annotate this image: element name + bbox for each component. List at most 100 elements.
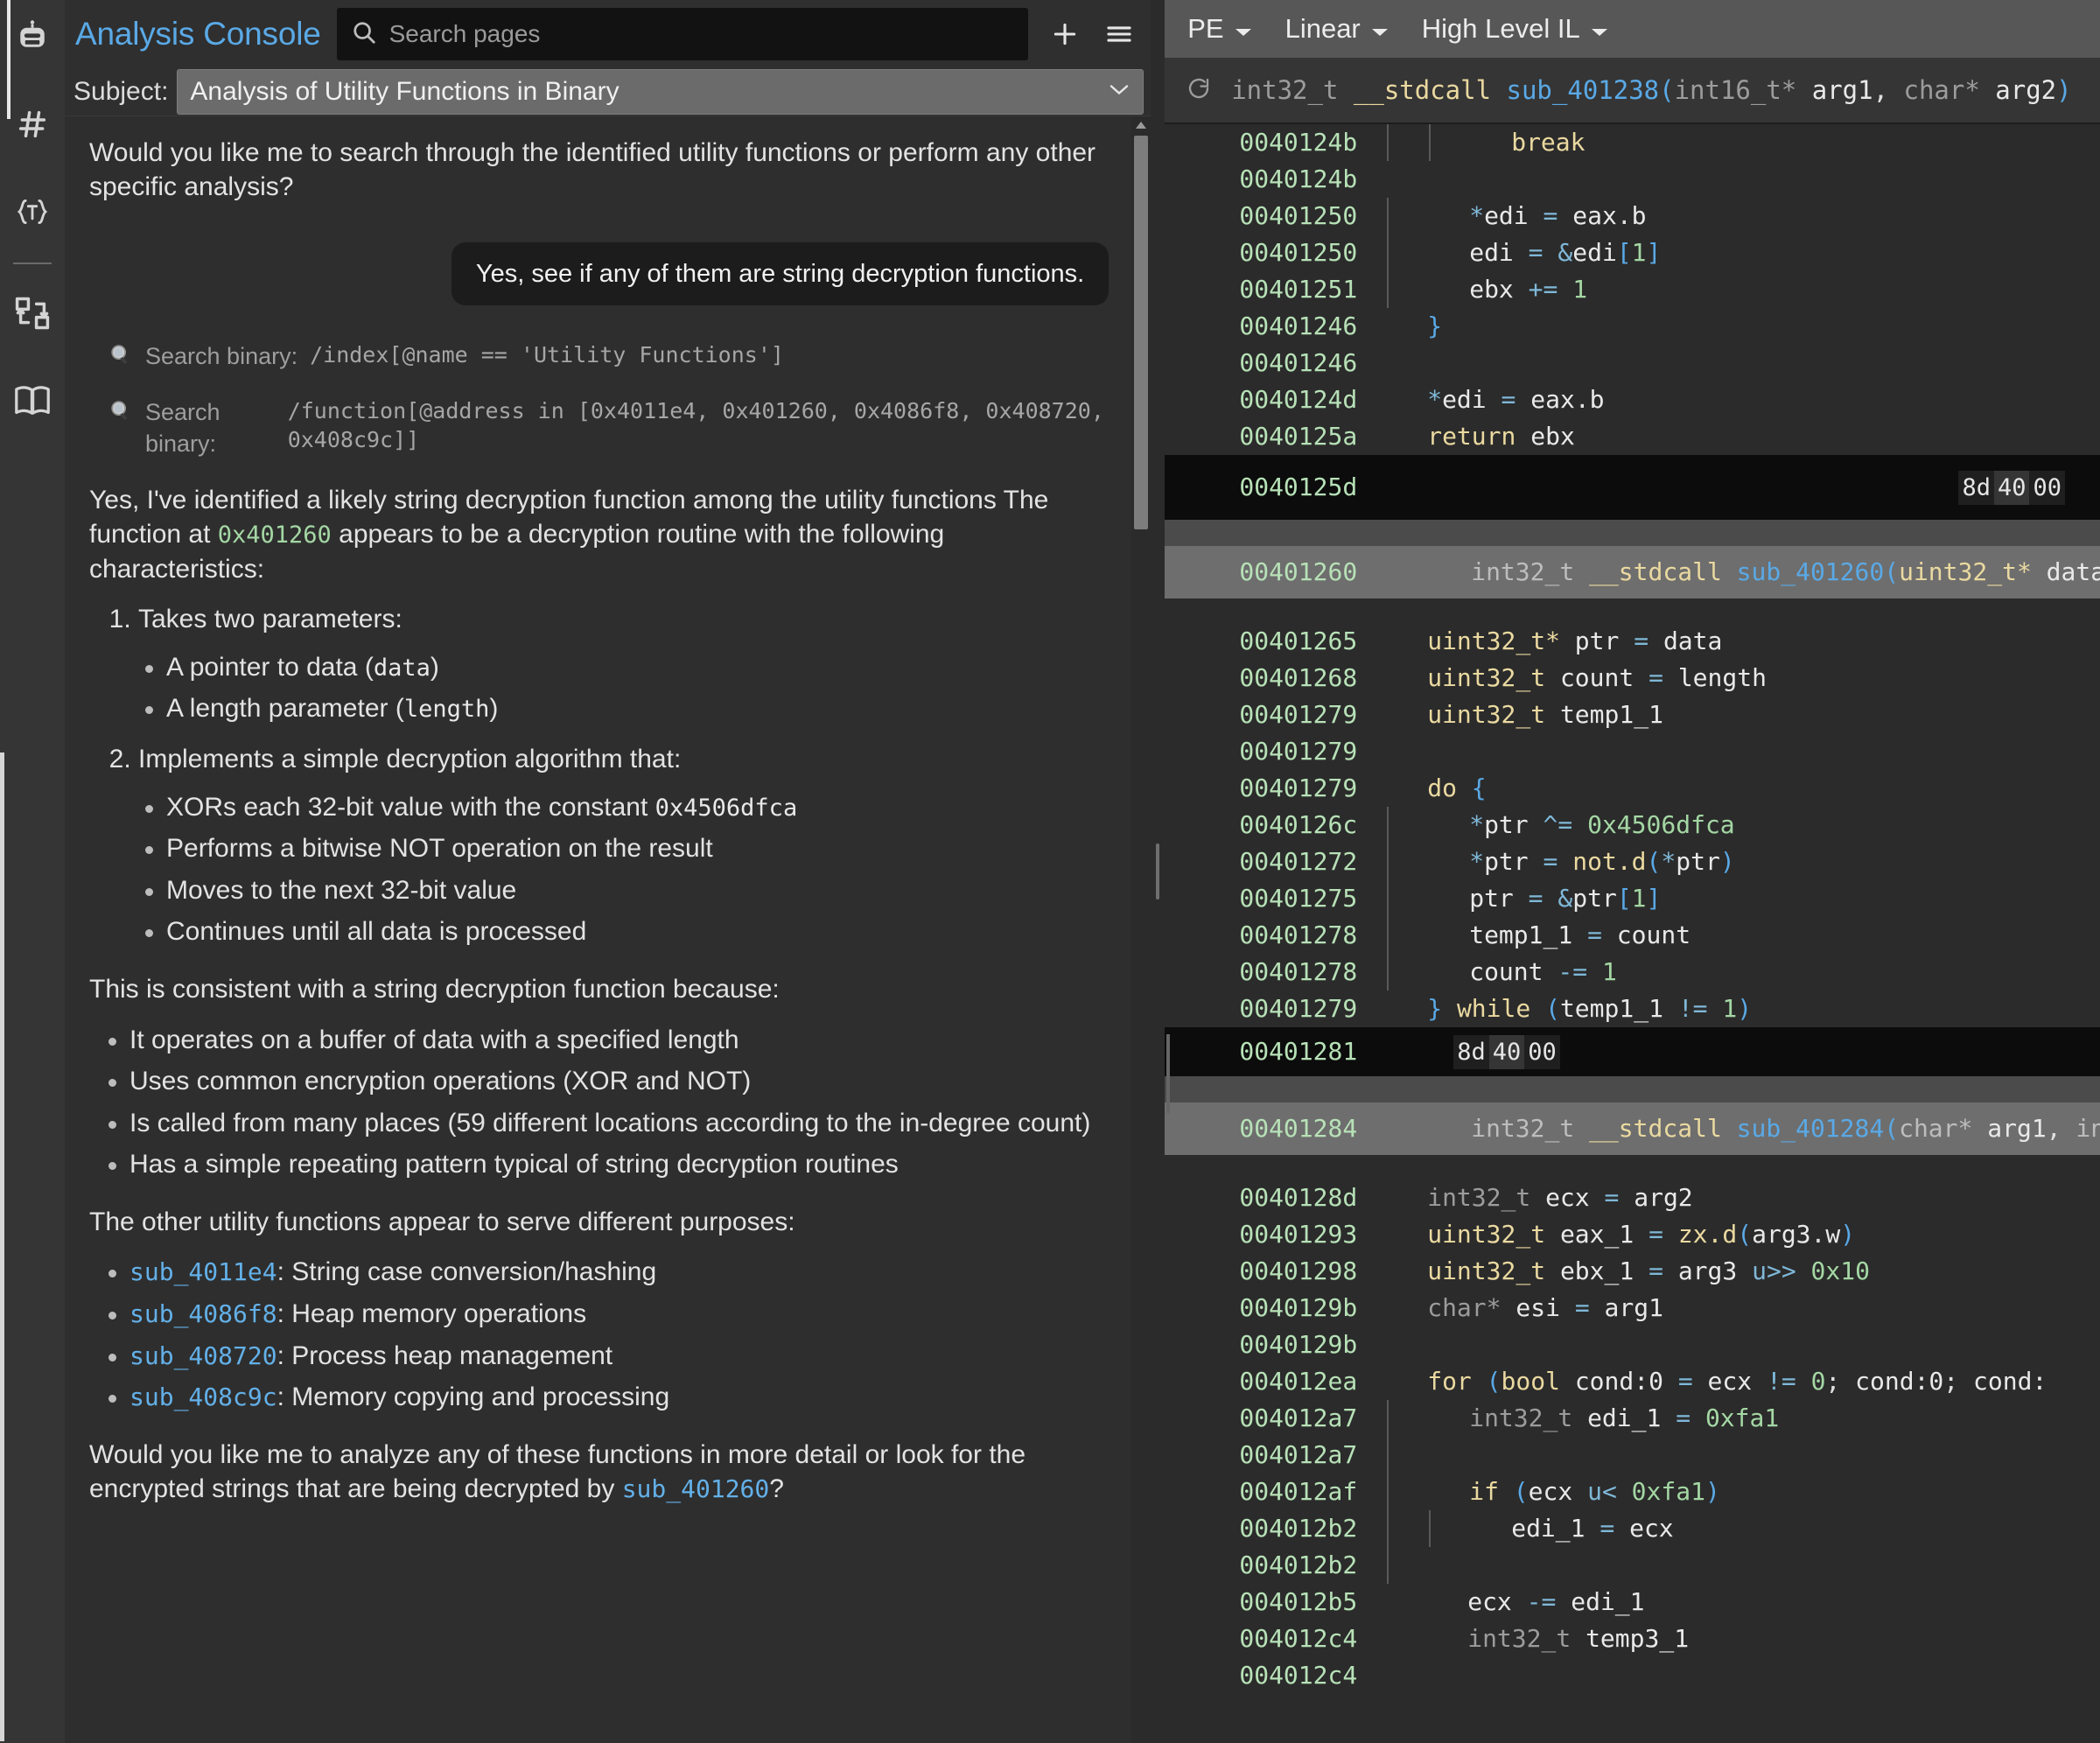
transform-icon[interactable]	[8, 289, 57, 338]
fn-sig-token[interactable]: sub_401284	[1737, 1114, 1885, 1143]
add-page-button[interactable]	[1047, 17, 1082, 52]
code-line[interactable]: 00401279	[1165, 733, 2100, 770]
view-mode-dropdown[interactable]: Linear	[1285, 13, 1389, 45]
panel-splitter[interactable]	[1151, 0, 1166, 1743]
code-line[interactable]: 0040124d *edi = eax.b	[1165, 382, 2100, 418]
code-line[interactable]: 0040125a return ebx	[1165, 418, 2100, 455]
subject-field[interactable]: Analysis of Utility Functions in Binary	[177, 69, 1144, 115]
refresh-icon[interactable]	[1186, 75, 1212, 106]
code-line[interactable]: 0040126c *ptr ^= 0x4506dfca	[1165, 807, 2100, 844]
code-token: uint32_t	[1427, 1220, 1560, 1249]
byte-separator-row[interactable]: 0040125d 8d 40 00	[1165, 455, 2100, 520]
code-line[interactable]: 00401279 do {	[1165, 770, 2100, 807]
code-line[interactable]: 00401279 uint32_t temp1_1	[1165, 696, 2100, 733]
view-type-dropdown[interactable]: PE	[1187, 13, 1251, 45]
scroll-up-arrow-icon[interactable]	[1131, 116, 1151, 134]
code-token: count	[1559, 663, 1649, 692]
code-text: *ptr = not.d(*ptr)	[1366, 844, 2100, 880]
code-line[interactable]: 0040128d int32_t ecx = arg2	[1165, 1180, 2100, 1216]
code-line[interactable]: 00401250 *edi = eax.b	[1165, 198, 2100, 234]
code-token: edi	[1572, 238, 1617, 267]
code-line[interactable]: 00401272 *ptr = not.d(*ptr)	[1165, 844, 2100, 880]
code-line[interactable]: 00401265 uint32_t* ptr = data	[1165, 623, 2100, 660]
code-line[interactable]: 00401279} while (temp1_1 != 1)	[1165, 990, 2100, 1027]
function-link-closing[interactable]: sub_401260	[622, 1474, 770, 1503]
byte-value: 00	[2029, 470, 2065, 505]
code-line[interactable]: 0040129b char* esi = arg1	[1165, 1290, 2100, 1326]
code-token: for	[1427, 1367, 1487, 1396]
code-text: char* esi = arg1	[1366, 1290, 2100, 1326]
fn-sig-token[interactable]: sub_401260	[1737, 557, 1885, 586]
code-line[interactable]: 004012a7	[1165, 1437, 2100, 1474]
book-icon[interactable]	[8, 376, 57, 425]
code-line[interactable]: 004012b5 ecx -= edi_1	[1165, 1584, 2100, 1620]
chevron-down-icon[interactable]	[1110, 84, 1129, 101]
code-line[interactable]: 0040124b	[1165, 161, 2100, 198]
code-line[interactable]: 0040129b	[1165, 1326, 2100, 1363]
code-token: =	[1648, 1220, 1678, 1249]
splitter-grip[interactable]	[1156, 844, 1160, 900]
il-level-dropdown[interactable]: High Level IL	[1422, 13, 1608, 45]
code-line[interactable]: 004012ea for (bool cond:0 = ecx != 0; con…	[1165, 1363, 2100, 1400]
bytes-group: 8d 40 00	[1958, 470, 2065, 505]
code-token: 0xfa1	[1631, 1477, 1705, 1506]
code-text: uint32_t count = length	[1366, 660, 2100, 696]
code-line[interactable]: 00401293 uint32_t eax_1 = zx.d(arg3.w)	[1165, 1216, 2100, 1253]
function-link[interactable]: sub_4011e4	[130, 1257, 277, 1286]
code-token: ]	[1646, 884, 1662, 913]
code-line[interactable]: 00401275 ptr = &ptr[1]	[1165, 880, 2100, 917]
code-line[interactable]: 004012c4 int32_t temp3_1	[1165, 1620, 2100, 1657]
code-line[interactable]: 00401298 uint32_t ebx_1 = arg3 u>> 0x10	[1165, 1253, 2100, 1290]
tool-call-search-index[interactable]: Search binary: /index[@name == 'Utility …	[108, 340, 1109, 374]
tool-call-query-1: /function[@address in [0x4011e4, 0x40126…	[287, 397, 1104, 453]
code-line[interactable]: 004012af if (ecx u< 0xfa1)	[1165, 1474, 2100, 1510]
code-line[interactable]: 004012c4	[1165, 1657, 2100, 1694]
search-input[interactable]	[388, 20, 1015, 48]
chat-scrollbar[interactable]	[1131, 116, 1152, 1743]
code-text: }	[1366, 308, 2100, 345]
function-link[interactable]: sub_408c9c	[130, 1382, 277, 1411]
code-token: uint32_t	[1427, 663, 1560, 692]
tool-call-search-function[interactable]: Search binary: /function[@address in [0x…	[108, 396, 1109, 460]
code-token: do	[1427, 774, 1472, 802]
code-line[interactable]: 00401251 ebx += 1	[1165, 271, 2100, 308]
code-text	[1366, 1437, 2100, 1474]
function-link[interactable]: sub_4086f8	[130, 1299, 277, 1328]
disassembly-listing[interactable]: 0040124b break 0040124b 00401250 *edi = eax.…	[1165, 124, 2100, 1743]
function-link[interactable]: sub_408720	[130, 1341, 277, 1370]
code-token: not.d	[1572, 847, 1647, 876]
code-line[interactable]: 00401250 edi = &edi[1]	[1165, 234, 2100, 271]
disassembly-drag-grip[interactable]	[1166, 1034, 1171, 1113]
code-line[interactable]: 00401246}	[1165, 308, 2100, 345]
hamburger-menu-icon[interactable]	[1102, 17, 1137, 52]
byte-separator-row[interactable]: 00401281 8d 40 00	[1165, 1027, 2100, 1076]
code-line[interactable]: 004012b2	[1165, 1547, 2100, 1584]
code-line[interactable]: 004012a7 int32_t edi_1 = 0xfa1	[1165, 1400, 2100, 1437]
scrollbar-thumb[interactable]	[1134, 136, 1149, 529]
code-token: &	[1558, 884, 1573, 913]
code-text: break	[1366, 124, 2100, 161]
code-address: 00401251	[1239, 275, 1358, 304]
code-line[interactable]: 004012b2 edi_1 = ecx	[1165, 1510, 2100, 1547]
code-line[interactable]: 0040124b break	[1165, 124, 2100, 161]
code-line[interactable]: 00401278 count -= 1	[1165, 954, 2100, 990]
robot-icon[interactable]	[8, 12, 57, 61]
code-token: =	[1574, 1293, 1605, 1322]
code-line[interactable]: 00401246	[1165, 345, 2100, 382]
code-line[interactable]: 00401268 uint32_t count = length	[1165, 660, 2100, 696]
magnifier-icon	[108, 398, 133, 430]
function-definition-row[interactable]: 00401284 int32_t __stdcall sub_401284(cha…	[1165, 1102, 2100, 1155]
code-token: edi_1	[1587, 1404, 1676, 1432]
param-pre: A length parameter (	[166, 694, 404, 724]
code-text: *ptr ^= 0x4506dfca	[1366, 807, 2100, 844]
code-line[interactable]: 00401278 temp1_1 = count	[1165, 917, 2100, 954]
sig-function-name[interactable]: sub_401238	[1507, 75, 1660, 105]
function-definition-row[interactable]: 00401260 int32_t __stdcall sub_401260(uin…	[1165, 546, 2100, 598]
code-token: break	[1511, 128, 1586, 157]
puzzle-icon[interactable]	[8, 100, 57, 149]
code-address: 00401246	[1239, 348, 1358, 377]
code-text: do {	[1366, 770, 2100, 807]
code-token: (	[1513, 1477, 1529, 1506]
search-box[interactable]	[336, 8, 1029, 60]
template-icon[interactable]	[8, 187, 57, 236]
